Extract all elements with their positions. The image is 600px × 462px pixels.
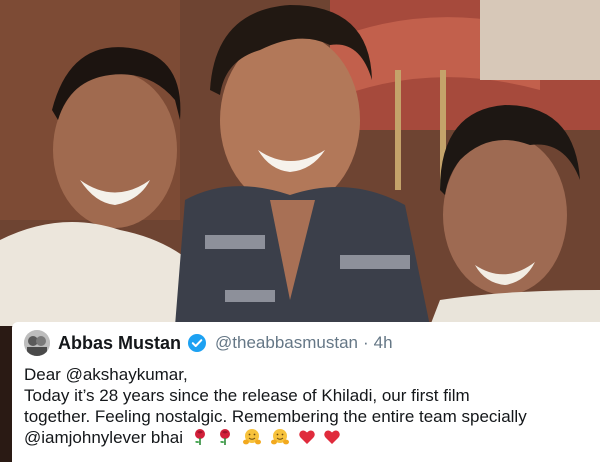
tweet-text: Dear @akshaykumar, Today it’s 28 years s… xyxy=(24,364,588,451)
red-heart-icon xyxy=(298,428,316,451)
separator-dot: · xyxy=(362,333,369,352)
tweet-line-last: @iamjohnylever bhai xyxy=(24,427,588,451)
rose-icon xyxy=(191,428,209,451)
tweet-header: Abbas Mustan @theabbasmustan · 4h xyxy=(24,330,588,356)
red-heart-icon xyxy=(323,428,341,451)
hugging-face-icon xyxy=(242,428,262,451)
rose-icon xyxy=(216,428,234,451)
tweet-line: together. Feeling nostalgic. Remembering… xyxy=(24,407,527,426)
mention-link[interactable]: @iamjohnylever bhai xyxy=(24,428,183,447)
author-handle[interactable]: @theabbasmustan xyxy=(215,333,358,353)
tweet-line: Today it’s 28 years since the release of… xyxy=(24,386,470,405)
tweet-card[interactable]: Abbas Mustan @theabbasmustan · 4h Dear @… xyxy=(12,322,600,462)
author-name[interactable]: Abbas Mustan xyxy=(58,333,181,354)
verified-badge-icon xyxy=(187,333,207,353)
avatar[interactable] xyxy=(24,330,50,356)
nostalgic-photo xyxy=(0,0,600,326)
hugging-face-icon xyxy=(270,428,290,451)
tweet-timestamp[interactable]: 4h xyxy=(374,333,393,353)
tweet-line: Dear @akshaykumar, xyxy=(24,365,188,384)
